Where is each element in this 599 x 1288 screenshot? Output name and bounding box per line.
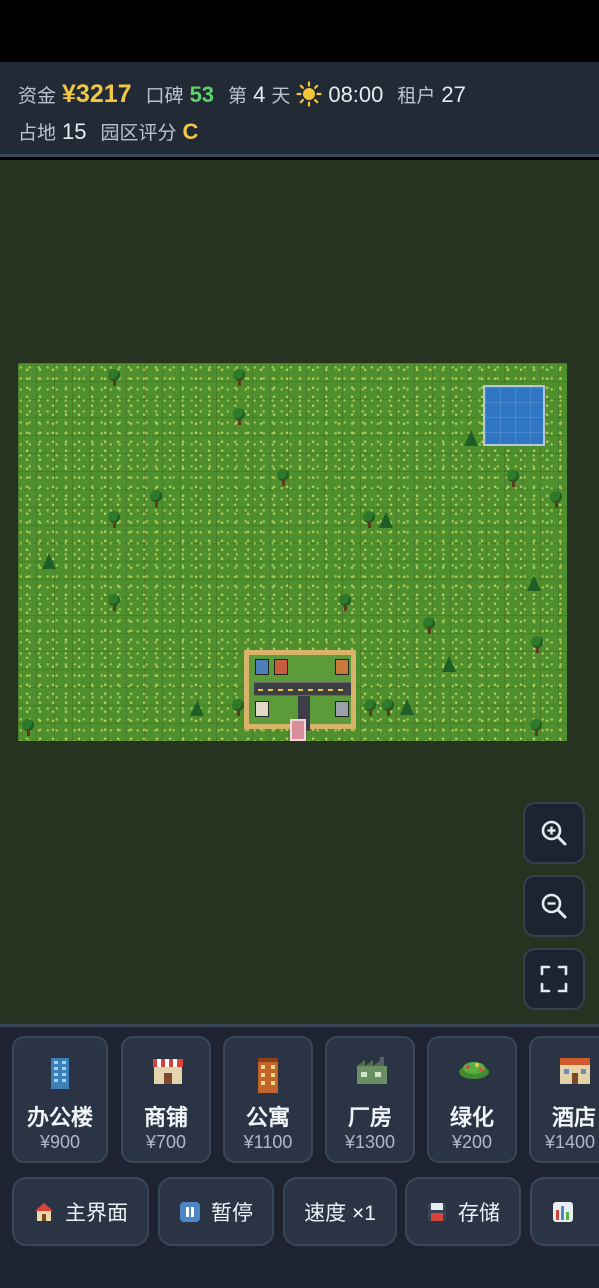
reputation-label: 口碑 (145, 86, 184, 107)
tree (275, 469, 291, 487)
main-menu-button[interactable]: 主界面 (12, 1177, 149, 1246)
main-menu-label: 主界面 (65, 1201, 128, 1225)
build-hotel-cost: ¥1400 (545, 1132, 596, 1152)
floppy-disk-icon (426, 1201, 448, 1223)
tree (380, 699, 396, 717)
build-apartment-card[interactable]: 公寓 ¥1100 (223, 1036, 313, 1163)
zoom-out-button[interactable] (523, 875, 585, 937)
apartment-building[interactable] (335, 659, 349, 675)
day-suffix: 天 (271, 86, 291, 107)
build-factory-cost: ¥1300 (344, 1132, 396, 1152)
tree (20, 719, 36, 737)
fullscreen-button[interactable] (523, 948, 585, 1010)
build-shop-card[interactable]: 商铺 ¥700 (121, 1036, 211, 1163)
pine-tree (527, 575, 541, 591)
day-prefix: 第 (228, 86, 248, 107)
tree (106, 511, 122, 529)
build-factory-name: 厂房 (347, 1105, 392, 1130)
build-shop-name: 商铺 (143, 1105, 188, 1130)
tree (362, 699, 378, 717)
greenery-icon (457, 1056, 489, 1090)
factory-icon (355, 1056, 387, 1090)
rating-label: 园区评分 (100, 123, 177, 144)
zoom-in-icon (541, 820, 567, 846)
pine-tree (400, 699, 414, 715)
speed-button[interactable]: 速度 ×1 (283, 1177, 397, 1246)
tree (421, 617, 437, 635)
pine-tree (442, 656, 456, 672)
build-apartment-cost: ¥1100 (243, 1132, 293, 1152)
build-office-card[interactable]: 办公楼 ¥900 (12, 1036, 108, 1163)
shop-icon (151, 1056, 183, 1090)
tree (529, 636, 545, 654)
office-building-icon (45, 1056, 75, 1090)
stats-button[interactable] (530, 1177, 599, 1246)
pond[interactable] (483, 385, 545, 446)
tree (231, 408, 247, 426)
build-greenery-card[interactable]: 绿化 ¥200 (427, 1036, 517, 1163)
small-building[interactable] (335, 701, 349, 717)
pine-tree (379, 512, 393, 528)
hotel-icon (558, 1056, 590, 1090)
tree (106, 369, 122, 387)
apartment-icon (253, 1056, 283, 1093)
pine-tree (190, 700, 204, 716)
hud-row-primary: 资金 ¥3217 口碑 53 第 4 天 08:00 租户 27 (18, 76, 480, 109)
land-value: 15 (62, 119, 87, 144)
time-value: 08:00 (328, 82, 384, 107)
rating-value: C (182, 119, 199, 144)
park-compound[interactable] (244, 650, 356, 731)
pause-button[interactable]: 暂停 (158, 1177, 274, 1246)
tree (337, 594, 353, 612)
pine-tree (42, 553, 56, 569)
pause-icon (179, 1201, 201, 1223)
tree (231, 369, 247, 387)
office-building[interactable] (255, 659, 269, 675)
zoom-out-icon (541, 893, 567, 919)
build-greenery-cost: ¥200 (451, 1132, 493, 1152)
tenants-label: 租户 (397, 86, 436, 107)
status-bar (0, 0, 599, 62)
build-hotel-name: 酒店 (552, 1105, 597, 1130)
land-label: 占地 (18, 123, 57, 144)
tree (106, 594, 122, 612)
save-label: 存储 (458, 1201, 500, 1225)
tree (361, 511, 377, 529)
build-apartment-name: 公寓 (245, 1105, 290, 1130)
road-horizontal (254, 682, 351, 696)
reputation-value: 53 (189, 82, 215, 107)
pine-tree (464, 430, 478, 446)
house-icon (33, 1201, 55, 1223)
pause-label: 暂停 (211, 1201, 253, 1225)
map-viewport[interactable] (0, 160, 599, 1024)
tree (528, 719, 544, 737)
tree (148, 490, 164, 508)
hud-row-secondary: 占地 15 园区评分 C (18, 118, 212, 145)
bar-chart-icon (552, 1201, 574, 1223)
fullscreen-icon (540, 965, 568, 993)
build-hotel-card[interactable]: 酒店 ¥1400 (529, 1036, 599, 1163)
build-greenery-name: 绿化 (449, 1105, 494, 1130)
shop-building[interactable] (274, 659, 288, 675)
build-office-cost: ¥900 (39, 1132, 81, 1152)
park-map[interactable] (18, 363, 567, 741)
stats-hud: 资金 ¥3217 口碑 53 第 4 天 08:00 租户 27 占地 15 园… (0, 62, 599, 157)
tenants-value: 27 (441, 82, 466, 107)
build-factory-card[interactable]: 厂房 ¥1300 (325, 1036, 415, 1163)
build-office-name: 办公楼 (26, 1105, 93, 1130)
small-building[interactable] (255, 701, 269, 717)
park-gate[interactable] (290, 719, 306, 741)
tree (548, 491, 564, 509)
build-shop-cost: ¥700 (145, 1132, 187, 1152)
save-button[interactable]: 存储 (405, 1177, 521, 1246)
funds-value: ¥3217 (62, 80, 132, 108)
sun-icon (296, 81, 322, 107)
speed-label: 速度 ×1 (304, 1201, 376, 1225)
zoom-in-button[interactable] (523, 802, 585, 864)
funds-label: 资金 (18, 86, 57, 107)
day-value: 4 (253, 82, 266, 107)
tree (505, 470, 521, 488)
